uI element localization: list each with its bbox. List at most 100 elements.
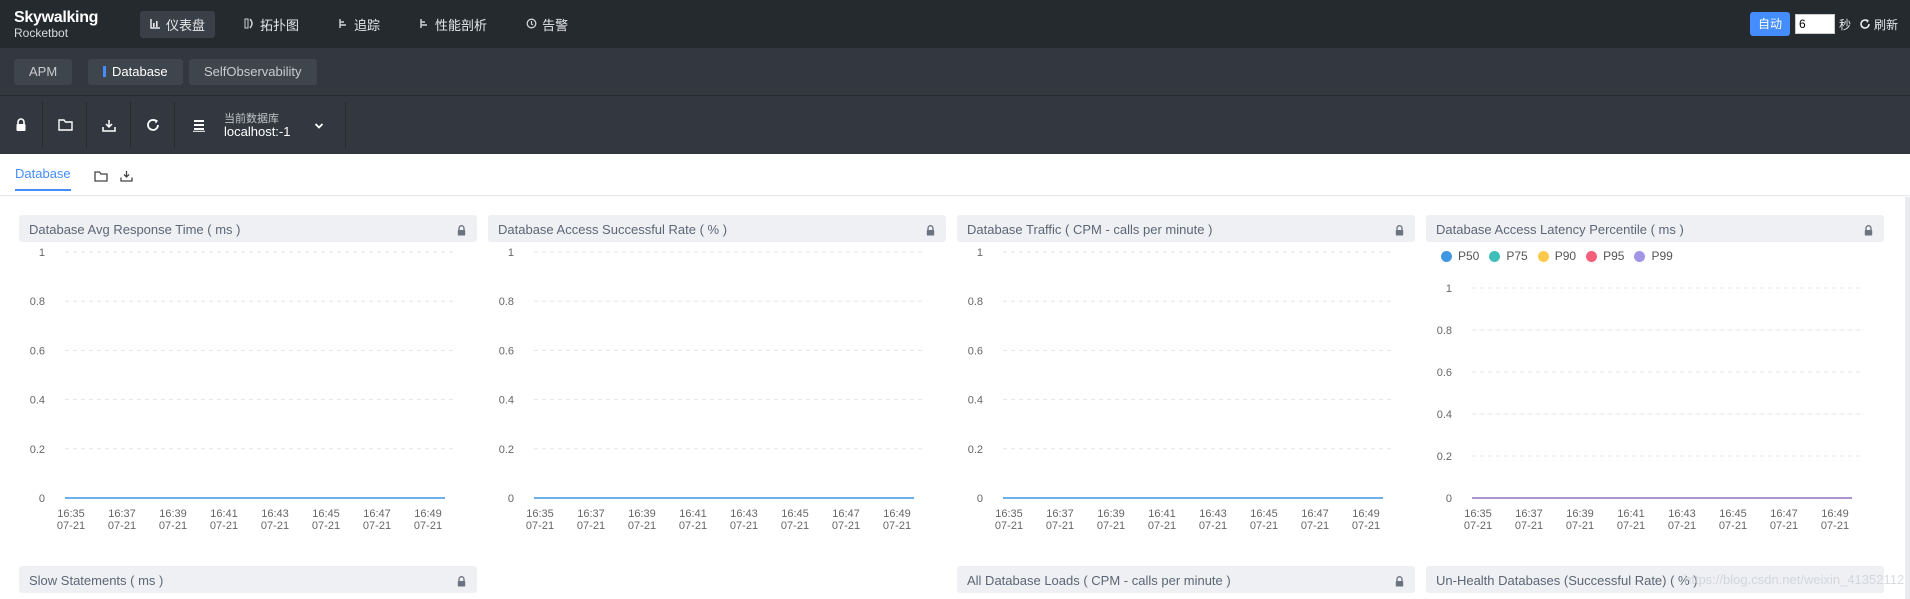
x-tick-date: 07-21 [1464, 520, 1492, 532]
chart-panel-response-time: Database Avg Response Time ( ms ) 1 0.8 0.… [19, 215, 477, 558]
panel-header: Database Avg Response Time ( ms ) [19, 215, 477, 242]
y-tick-label: 0.6 [499, 345, 514, 357]
tab-database-view[interactable]: Database [15, 166, 71, 191]
chevron-down-icon[interactable] [314, 118, 324, 136]
profile-icon [419, 18, 430, 32]
folder-icon[interactable] [94, 169, 108, 187]
x-tick-date: 07-21 [1301, 520, 1329, 532]
logo-title: Skywalking [14, 9, 99, 26]
panel-title: Database Access Successful Rate ( % ) [498, 222, 728, 237]
panel-title: Database Traffic ( CPM - calls per minut… [967, 222, 1213, 237]
line-chart: 10.80.60.40.2016:3507-2116:3707-2116:390… [968, 247, 1395, 532]
x-tick-label: 16:49 [1821, 508, 1849, 520]
x-tick-label: 16:41 [1617, 508, 1645, 520]
x-tick-label: 16:39 [628, 508, 656, 520]
x-tick-date: 07-21 [1770, 520, 1798, 532]
lock-icon[interactable] [1864, 223, 1873, 241]
x-tick-label: 16:43 [730, 508, 758, 520]
x-tick-label: 16:47 [363, 508, 391, 520]
toolbar-divider [86, 102, 87, 148]
chart-panel-successful-rate: Database Access Successful Rate ( % ) 1 0… [488, 215, 946, 558]
download-icon[interactable] [99, 115, 119, 135]
toolbar-divider [130, 102, 131, 148]
view-tabs: Database [0, 154, 1910, 196]
x-tick-date: 07-21 [526, 520, 554, 532]
x-tick-date: 07-21 [1617, 520, 1645, 532]
x-tick-label: 16:37 [1046, 508, 1074, 520]
x-tick-label: 16:39 [159, 508, 187, 520]
tab-label: Database [112, 64, 168, 79]
panel-header: All Database Loads ( CPM - calls per min… [957, 566, 1415, 593]
watermark: https://blog.csdn.net/weixin_41352112 [1684, 572, 1905, 587]
nav-label: 性能剖析 [435, 18, 488, 33]
nav-item-alarm[interactable]: 告警 [516, 11, 578, 38]
reload-icon[interactable] [143, 115, 163, 135]
x-tick-date: 07-21 [1250, 520, 1278, 532]
nav-label: 拓扑图 [260, 18, 300, 33]
lock-icon[interactable] [1395, 223, 1404, 241]
nav-label: 追踪 [354, 18, 381, 33]
current-database-value[interactable]: localhost:-1 [224, 124, 290, 139]
toolbar-divider [42, 102, 43, 148]
tab-apm[interactable]: APM [14, 59, 73, 85]
x-tick-label: 16:37 [108, 508, 136, 520]
x-tick-label: 16:49 [414, 508, 442, 520]
folder-icon[interactable] [55, 115, 75, 135]
main-nav: 仪表盘 拓扑图 追踪 性能剖析 告警 [140, 11, 597, 38]
y-tick-label: 0.6 [30, 345, 45, 357]
y-tick-label: 0.8 [968, 296, 983, 308]
x-tick-label: 16:49 [883, 508, 911, 520]
toolbar-divider [345, 102, 346, 148]
x-tick-date: 07-21 [414, 520, 442, 532]
lock-icon[interactable] [926, 223, 935, 241]
nav-item-dashboard[interactable]: 仪表盘 [140, 11, 216, 38]
x-tick-date: 07-21 [159, 520, 187, 532]
x-tick-label: 16:37 [1515, 508, 1543, 520]
lock-icon[interactable] [457, 574, 466, 592]
panel-title: All Database Loads ( CPM - calls per min… [967, 573, 1231, 588]
x-tick-date: 07-21 [1148, 520, 1176, 532]
panel-title: Database Avg Response Time ( ms ) [29, 222, 241, 237]
y-tick-label: 0.2 [30, 444, 45, 456]
y-tick-label: 0 [508, 493, 514, 505]
y-tick-label: 1 [977, 247, 983, 259]
x-tick-label: 16:39 [1566, 508, 1594, 520]
x-tick-date: 07-21 [1566, 520, 1594, 532]
x-tick-date: 07-21 [261, 520, 289, 532]
panel-header: Database Access Successful Rate ( % ) [488, 215, 946, 242]
vertical-scrollbar[interactable] [1905, 197, 1910, 599]
lock-icon[interactable] [1395, 574, 1404, 592]
x-tick-label: 16:41 [1148, 508, 1176, 520]
y-tick-label: 0.4 [499, 395, 514, 407]
nav-item-profile[interactable]: 性能剖析 [409, 11, 497, 38]
tab-selfobservability[interactable]: SelfObservability [189, 59, 317, 85]
panel-header: Database Traffic ( CPM - calls per minut… [957, 215, 1415, 242]
x-tick-label: 16:45 [781, 508, 809, 520]
x-tick-date: 07-21 [57, 520, 85, 532]
auto-refresh-button[interactable]: 自动 [1749, 12, 1790, 36]
y-tick-label: 0.8 [30, 296, 45, 308]
y-tick-label: 0.6 [968, 345, 983, 357]
x-tick-date: 07-21 [577, 520, 605, 532]
x-tick-label: 16:43 [1199, 508, 1227, 520]
x-tick-label: 16:47 [832, 508, 860, 520]
lock-icon[interactable] [11, 115, 31, 135]
download-icon[interactable] [120, 169, 133, 187]
lock-icon[interactable] [457, 223, 466, 241]
refresh-button[interactable]: 刷新 [1859, 16, 1898, 33]
x-tick-label: 16:35 [1464, 508, 1492, 520]
x-tick-date: 07-21 [363, 520, 391, 532]
interval-input[interactable] [1794, 14, 1835, 34]
nav-item-trace[interactable]: 追踪 [328, 11, 390, 38]
x-tick-label: 16:45 [312, 508, 340, 520]
trace-icon [338, 18, 349, 32]
x-tick-date: 07-21 [1719, 520, 1747, 532]
x-tick-label: 16:49 [1352, 508, 1380, 520]
refresh-label: 刷新 [1873, 17, 1898, 32]
nav-item-topology[interactable]: 拓扑图 [234, 11, 309, 38]
app-logo[interactable]: Skywalking Rocketbot [14, 9, 99, 41]
dashboard-toolbar: 当前数据库 localhost:-1 [0, 96, 1910, 154]
panel-title: Slow Statements ( ms ) [29, 573, 164, 588]
y-tick-label: 0.2 [968, 444, 983, 456]
tab-database[interactable]: Database [88, 59, 183, 85]
